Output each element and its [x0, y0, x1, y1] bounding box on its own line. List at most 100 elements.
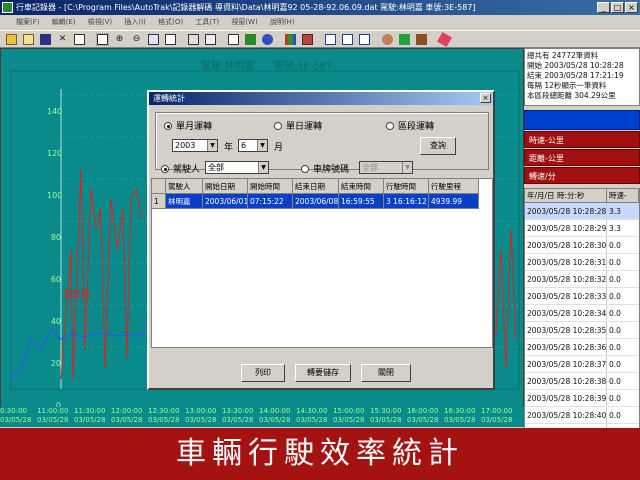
table-header[interactable]: 駕駛人 [166, 179, 203, 194]
help-icon[interactable] [260, 32, 275, 47]
menu-help[interactable]: 說明(H) [270, 15, 295, 29]
zoom-out-icon[interactable]: ⊖ [129, 32, 144, 47]
car-icon[interactable] [397, 32, 412, 47]
save-button[interactable]: 轉要儲存 [295, 364, 351, 382]
menu-file[interactable]: 檔案(F) [16, 15, 40, 29]
table-row[interactable]: 2003/05/28 10:28:38 0.0 [525, 373, 639, 390]
chart-icon[interactable] [146, 32, 161, 47]
table-row[interactable]: 2003/05/28 10:28:39 0.0 [525, 390, 639, 407]
grid-cell-speed[interactable]: 0.0 [607, 305, 639, 321]
window-layout-icon[interactable] [323, 32, 338, 47]
minimize-button[interactable]: _ [597, 2, 610, 13]
monthly-radio[interactable]: 單月運轉 [164, 119, 212, 132]
open-folder-icon[interactable] [4, 32, 19, 47]
open-file-icon[interactable] [21, 32, 36, 47]
grid-cell-datetime[interactable]: 2003/05/28 10:28:34 [525, 305, 607, 321]
plate-radio[interactable]: 車牌號碼 [301, 162, 349, 175]
menu-edit[interactable]: 編輯(E) [52, 15, 76, 29]
grid-cell-datetime[interactable]: 2003/05/28 10:28:29 [525, 220, 607, 236]
menu-tools[interactable]: 工具(T) [195, 15, 219, 29]
table-row[interactable]: 2003/05/28 10:28:34 0.0 [525, 305, 639, 322]
grid-cell-datetime[interactable]: 2003/05/28 10:28:30 [525, 237, 607, 253]
table-row[interactable]: 2003/05/28 10:28:40 0.0 [525, 407, 639, 424]
dialog-close-icon[interactable]: × [480, 93, 491, 103]
grid-cell-speed[interactable]: 0.0 [607, 339, 639, 355]
grid-cell-speed[interactable]: 0.0 [607, 237, 639, 253]
driver-icon[interactable] [380, 32, 395, 47]
grid-cell-speed[interactable]: 0.0 [607, 288, 639, 304]
grid-cell-datetime[interactable]: 2003/05/28 10:28:37 [525, 356, 607, 372]
year-select[interactable]: 2003 ▼ [172, 139, 218, 152]
table-header[interactable]: 結束日期 [293, 179, 339, 194]
grid-cell-datetime[interactable]: 2003/05/28 10:28:35 [525, 322, 607, 338]
table-row[interactable]: 2003/05/28 10:28:33 0.0 [525, 288, 639, 305]
table-header[interactable]: 行駛時間 [384, 179, 429, 194]
stats-table[interactable]: 駕駛人 開始日期 開始時間 結束日期 結束時間 行駛時間 行駛里程 1 林明嘉 … [151, 178, 493, 348]
menu-view[interactable]: 檢視(V) [88, 15, 112, 29]
table-row[interactable]: 1 林明嘉 2003/06/01 07:15:22 2003/06/08 16:… [152, 194, 492, 209]
chevron-down-icon[interactable]: ▼ [258, 162, 268, 173]
grid-cell-datetime[interactable]: 2003/05/28 10:28:38 [525, 373, 607, 389]
grid-cell-datetime[interactable]: 2003/05/28 10:28:33 [525, 288, 607, 304]
window-split-icon[interactable] [340, 32, 355, 47]
window-tile-icon[interactable] [357, 32, 372, 47]
grid-cell-speed[interactable]: 0.0 [607, 254, 639, 270]
selected-channel-bar[interactable] [524, 110, 640, 130]
range-radio[interactable]: 區段運轉 [386, 119, 434, 132]
grid-cell-speed[interactable]: 3.3 [607, 203, 639, 219]
grid-cell-datetime[interactable]: 2003/05/28 10:28:32 [525, 271, 607, 287]
driver-radio[interactable]: 駕駛人 [161, 162, 200, 175]
table-cell[interactable]: 3 16:16:12 [384, 194, 429, 209]
grid-cell-speed[interactable]: 0.0 [607, 407, 639, 423]
query-button[interactable]: 查詢 [420, 137, 456, 155]
color-icon[interactable] [283, 32, 298, 47]
month-select[interactable]: 6 ▼ [238, 139, 268, 152]
grid-cell-datetime[interactable]: 2003/05/28 10:28:31 [525, 254, 607, 270]
table-row[interactable]: 2003/05/28 10:28:36 0.0 [525, 339, 639, 356]
report-icon[interactable] [226, 32, 241, 47]
grid-cell-speed[interactable]: 0.0 [607, 390, 639, 406]
table-row[interactable]: 2003/05/28 10:28:31 0.0 [525, 254, 639, 271]
grid-cell-speed[interactable]: 0.0 [607, 322, 639, 338]
print-preview-icon[interactable] [203, 32, 218, 47]
grid-cell-datetime[interactable]: 2003/05/28 10:28:36 [525, 339, 607, 355]
eraser-icon[interactable] [436, 31, 453, 47]
table-cell[interactable]: 07:15:22 [248, 194, 293, 209]
menu-insert[interactable]: 插入(I) [124, 15, 146, 29]
data-grid[interactable]: 年/月/日 時:分:秒 時速- 2003/05/28 10:28:28 3.3 20… [524, 188, 640, 432]
driver-select[interactable]: 全部 ▼ [205, 161, 269, 174]
close-button[interactable]: × [625, 2, 638, 13]
table-row[interactable]: 2003/05/28 10:28:35 0.0 [525, 322, 639, 339]
daily-radio[interactable]: 單日運轉 [274, 119, 322, 132]
zoom-in-icon[interactable]: ⊕ [112, 32, 127, 47]
table-cell[interactable]: 2003/06/08 [293, 194, 339, 209]
table-cell[interactable]: 16:59:55 [339, 194, 384, 209]
menu-window[interactable]: 視窗(W) [231, 15, 257, 29]
distance-channel-button[interactable]: 距離-公里 [524, 149, 640, 166]
tools-icon[interactable] [414, 32, 429, 47]
print-icon[interactable] [186, 32, 201, 47]
table-header[interactable]: 開始日期 [203, 179, 248, 194]
grid-header-speed[interactable]: 時速- [607, 189, 639, 202]
table-header[interactable]: 結束時間 [339, 179, 384, 194]
close-dialog-button[interactable]: 關閉 [361, 364, 411, 382]
table-cell[interactable]: 4939.99 [429, 194, 479, 209]
grid-cell-speed[interactable]: 0.0 [607, 373, 639, 389]
table-row[interactable]: 2003/05/28 10:28:28 3.3 [525, 203, 639, 220]
cut-icon[interactable]: ✕ [55, 32, 70, 47]
grid-cell-datetime[interactable]: 2003/05/28 10:28:40 [525, 407, 607, 423]
table-cell[interactable]: 2003/06/01 [203, 194, 248, 209]
delete-icon[interactable] [72, 32, 87, 47]
menu-format[interactable]: 格式(O) [158, 15, 183, 29]
table-row[interactable]: 2003/05/28 10:28:30 0.0 [525, 237, 639, 254]
table-header[interactable]: 行駛里程 [429, 179, 479, 194]
grid-header-datetime[interactable]: 年/月/日 時:分:秒 [525, 189, 607, 202]
save-icon[interactable] [38, 32, 53, 47]
settings-icon[interactable] [300, 32, 315, 47]
table-header[interactable]: 開始時間 [248, 179, 293, 194]
table-cell[interactable]: 林明嘉 [166, 194, 203, 209]
table-row[interactable]: 2003/05/28 10:28:37 0.0 [525, 356, 639, 373]
grid-cell-speed[interactable]: 0.0 [607, 271, 639, 287]
rpm-channel-button[interactable]: 轉速/分 [524, 167, 640, 184]
stats-icon[interactable] [243, 32, 258, 47]
